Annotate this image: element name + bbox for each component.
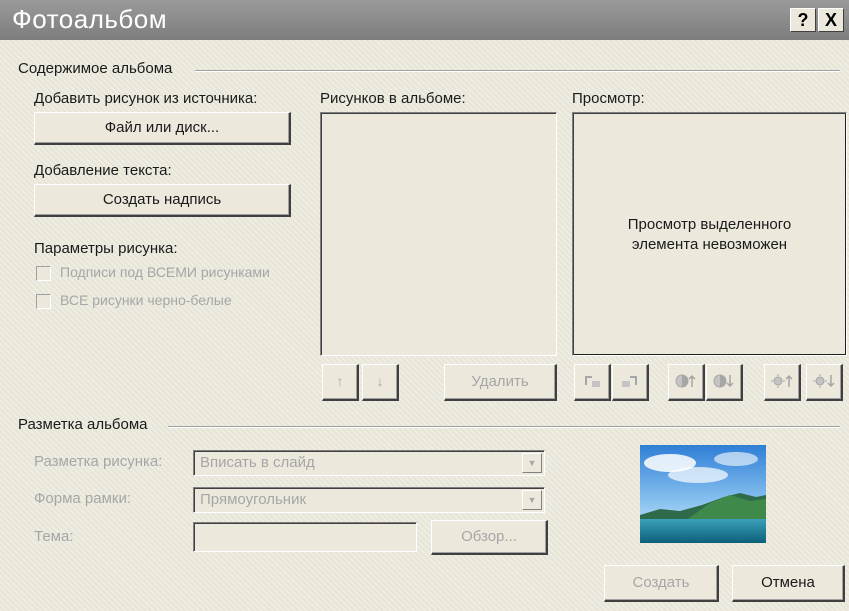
picture-layout-value: Вписать в слайд xyxy=(200,454,315,471)
move-up-button[interactable]: ↑ xyxy=(322,364,359,401)
file-disk-button[interactable]: Файл или диск... xyxy=(34,112,291,145)
picture-options-label: Параметры рисунка: xyxy=(34,240,178,257)
rotate-left-icon xyxy=(585,376,600,387)
captions-checkbox[interactable] xyxy=(36,266,51,281)
pictures-list[interactable] xyxy=(320,112,557,356)
theme-label: Тема: xyxy=(34,528,74,545)
picture-layout-label: Разметка рисунка: xyxy=(34,453,163,470)
help-button[interactable]: ? xyxy=(790,8,816,32)
title-bar[interactable]: Фотоальбом ? X xyxy=(0,0,849,40)
bw-checkbox[interactable] xyxy=(36,294,51,309)
insert-text-label: Добавление текста: xyxy=(34,162,172,179)
theme-input[interactable] xyxy=(193,522,417,552)
contrast-up-button[interactable] xyxy=(668,364,705,401)
pictures-in-album-label: Рисунков в альбоме: xyxy=(320,90,466,107)
preview-pane: Просмотр выделенного элемента невозможен xyxy=(572,112,847,356)
move-down-button[interactable]: ↓ xyxy=(362,364,399,401)
group-divider xyxy=(195,70,840,72)
contrast-up-icon xyxy=(675,374,696,388)
brightness-up-icon xyxy=(771,374,793,388)
frame-shape-select[interactable]: Прямоугольник ▼ xyxy=(193,487,545,513)
group-divider xyxy=(168,426,840,428)
brightness-down-button[interactable] xyxy=(806,364,843,401)
close-button[interactable]: X xyxy=(818,8,844,32)
chevron-down-icon[interactable]: ▼ xyxy=(522,490,542,510)
frame-shape-value: Прямоугольник xyxy=(200,491,307,508)
browse-button[interactable]: Обзор... xyxy=(431,520,548,555)
rotate-right-icon xyxy=(622,376,637,387)
brightness-down-icon xyxy=(813,374,835,388)
preview-unavailable-message: Просмотр выделенного элемента невозможен xyxy=(627,216,792,253)
window-title: Фотоальбом xyxy=(12,4,168,34)
chevron-down-icon[interactable]: ▼ xyxy=(522,453,542,473)
brightness-up-button[interactable] xyxy=(764,364,801,401)
remove-button[interactable]: Удалить xyxy=(444,364,557,401)
layout-preview-thumbnail xyxy=(640,445,766,543)
contrast-down-icon xyxy=(713,374,734,388)
album-layout-group-title: Разметка альбома xyxy=(18,416,148,433)
captions-checkbox-label: Подписи под ВСЕМИ рисунками xyxy=(60,264,270,280)
photo-album-dialog: Фотоальбом ? X Содержимое альбома Добави… xyxy=(0,0,849,611)
bw-checkbox-label: ВСЕ рисунки черно-белые xyxy=(60,292,232,308)
create-button[interactable]: Создать xyxy=(604,565,719,602)
album-content-group-title: Содержимое альбома xyxy=(18,60,173,77)
arrow-down-icon: ↓ xyxy=(376,373,384,389)
new-textbox-button[interactable]: Создать надпись xyxy=(34,184,291,217)
picture-layout-select[interactable]: Вписать в слайд ▼ xyxy=(193,450,545,476)
rotate-right-button[interactable] xyxy=(612,364,649,401)
insert-from-label: Добавить рисунок из источника: xyxy=(34,90,258,107)
contrast-down-button[interactable] xyxy=(706,364,743,401)
frame-shape-label: Форма рамки: xyxy=(34,490,132,507)
arrow-up-icon: ↑ xyxy=(336,373,344,389)
cancel-button[interactable]: Отмена xyxy=(732,565,845,602)
rotate-left-button[interactable] xyxy=(574,364,611,401)
preview-label: Просмотр: xyxy=(572,90,645,107)
